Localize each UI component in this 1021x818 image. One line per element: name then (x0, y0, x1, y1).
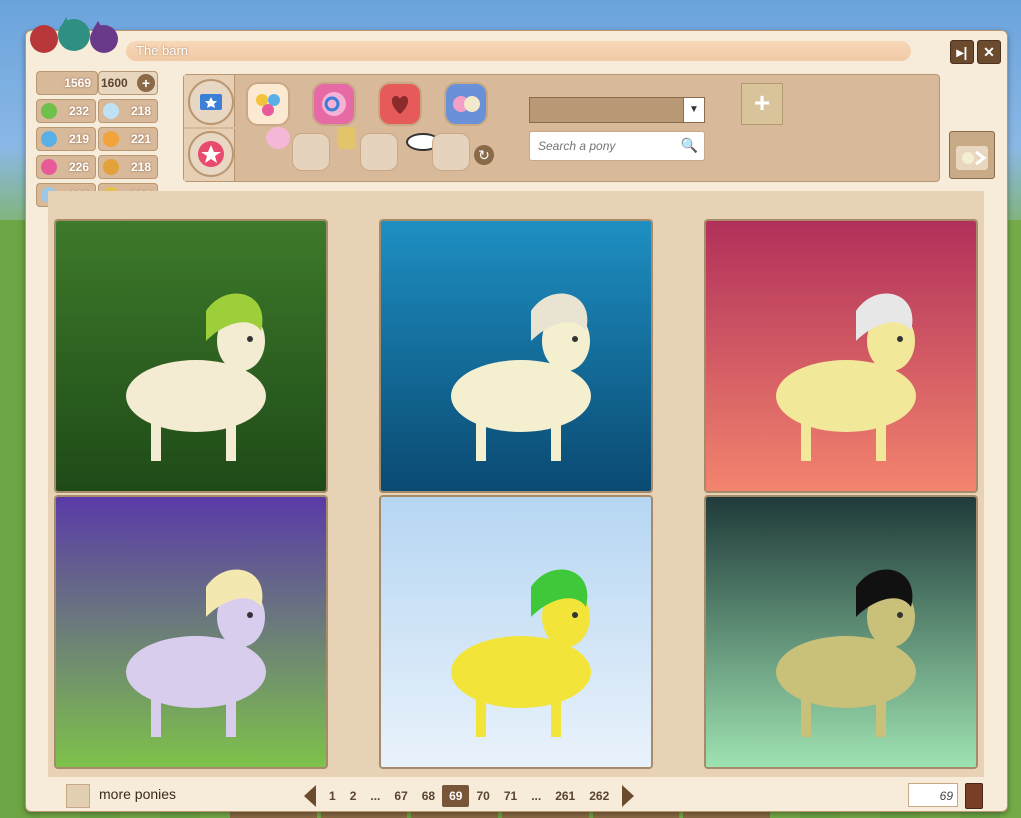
add-capacity-icon[interactable]: + (137, 74, 155, 92)
filter-love-button[interactable] (378, 82, 422, 126)
pony-card-5[interactable] (379, 495, 653, 769)
add-filter-button[interactable]: + (741, 83, 783, 125)
page-link-71[interactable]: 71 (497, 785, 524, 807)
next-page-icon[interactable] (622, 785, 635, 807)
stat-capacity: 1600 + (98, 71, 158, 95)
refresh-icon: ↻ (478, 147, 490, 163)
filter-all-races-button[interactable] (246, 82, 290, 126)
collapse-icon: ▸| (956, 44, 968, 60)
move-pony-folder-button[interactable] (949, 131, 995, 179)
page-ellipsis: ... (531, 789, 542, 803)
drop-slot-icon (292, 133, 330, 171)
stat-food: 232 (36, 99, 96, 123)
filter-toolbar: ↻ ▼ 🔍 + (183, 74, 940, 182)
drop-slot-icon (360, 133, 398, 171)
tab-favorites[interactable] (184, 129, 235, 181)
pony-6-illustration (706, 497, 976, 767)
apple-icon (41, 103, 57, 119)
pony-card-3[interactable] (704, 219, 978, 493)
search-box: 🔍 (529, 131, 705, 161)
search-icon[interactable]: 🔍 (681, 137, 698, 154)
cloud-icon (103, 103, 119, 119)
stat-love: 226 (36, 155, 96, 179)
stat-paw: 218 (98, 155, 158, 179)
tab-folder[interactable] (184, 75, 235, 127)
page-link-70[interactable]: 70 (469, 785, 496, 807)
page-link-2[interactable]: 2 (343, 785, 364, 807)
pony-3-illustration (706, 221, 976, 491)
page-link-67[interactable]: 67 (387, 785, 414, 807)
trophy-icon (338, 127, 356, 149)
pagination: 1 2... 67 68 69 70 71... 261 262 (304, 783, 635, 809)
stat-fire: 221 (98, 127, 158, 151)
search-input[interactable] (530, 132, 680, 160)
title-bar: The barn (126, 41, 911, 61)
water-drops-icon (41, 131, 57, 147)
window-title: The barn (136, 43, 189, 58)
barn-window: The barn ▸| ✕ 1569 1600 + 232 218 219 22… (25, 17, 1008, 812)
filter-gender-button[interactable] (312, 82, 356, 126)
plus-icon: + (753, 87, 771, 118)
pony-5-illustration (381, 497, 651, 767)
stat-weather: 218 (98, 99, 158, 123)
close-button[interactable]: ✕ (977, 40, 1001, 64)
pony-card-4[interactable] (54, 495, 328, 769)
folder-pony-icon (956, 146, 988, 170)
more-ponies-label: more ponies (99, 786, 177, 802)
star-badge-icon (188, 131, 234, 177)
pony-couple-icon (453, 96, 480, 112)
stat-coins: 1569 (36, 71, 98, 95)
drop-slot-icon (432, 133, 470, 171)
reset-filters-button[interactable]: ↻ (474, 145, 494, 165)
close-icon: ✕ (983, 44, 995, 60)
page-number-input[interactable]: 69 (908, 783, 958, 807)
sort-dropdown[interactable]: ▼ (529, 97, 705, 123)
folder-star-icon (188, 79, 234, 125)
chevron-down-icon: ▼ (683, 98, 704, 122)
page-link-68[interactable]: 68 (415, 785, 442, 807)
unicorn-icon (266, 127, 290, 149)
color-wheel-icon (256, 94, 280, 116)
page-ellipsis: ... (370, 789, 381, 803)
pony-card-1[interactable] (54, 219, 328, 493)
pony-2-illustration (381, 221, 651, 491)
stat-water: 219 (36, 127, 96, 151)
pony-card-2[interactable] (379, 219, 653, 493)
flame-icon (103, 131, 119, 147)
heart-bond-icon (391, 96, 409, 114)
gender-icon (322, 92, 346, 116)
game-logo-icon (26, 7, 126, 67)
heart-icon (41, 159, 57, 175)
pony-grid (48, 191, 984, 777)
pony-1-illustration (56, 221, 326, 491)
prev-page-icon[interactable] (304, 785, 316, 807)
page-link-1[interactable]: 1 (322, 785, 343, 807)
collapse-button[interactable]: ▸| (950, 40, 974, 64)
pony-card-6[interactable] (704, 495, 978, 769)
pony-4-illustration (56, 497, 326, 767)
paw-icon (103, 159, 119, 175)
more-ponies-checkbox[interactable] (66, 784, 90, 808)
page-link-261[interactable]: 261 (548, 785, 582, 807)
page-link-69[interactable]: 69 (442, 785, 470, 807)
page-link-262[interactable]: 262 (582, 785, 616, 807)
filter-couple-button[interactable] (444, 82, 488, 126)
footer: more ponies 1 2... 67 68 69 70 71... 261 262 69 (26, 783, 1007, 809)
go-to-page-button[interactable] (965, 783, 983, 809)
